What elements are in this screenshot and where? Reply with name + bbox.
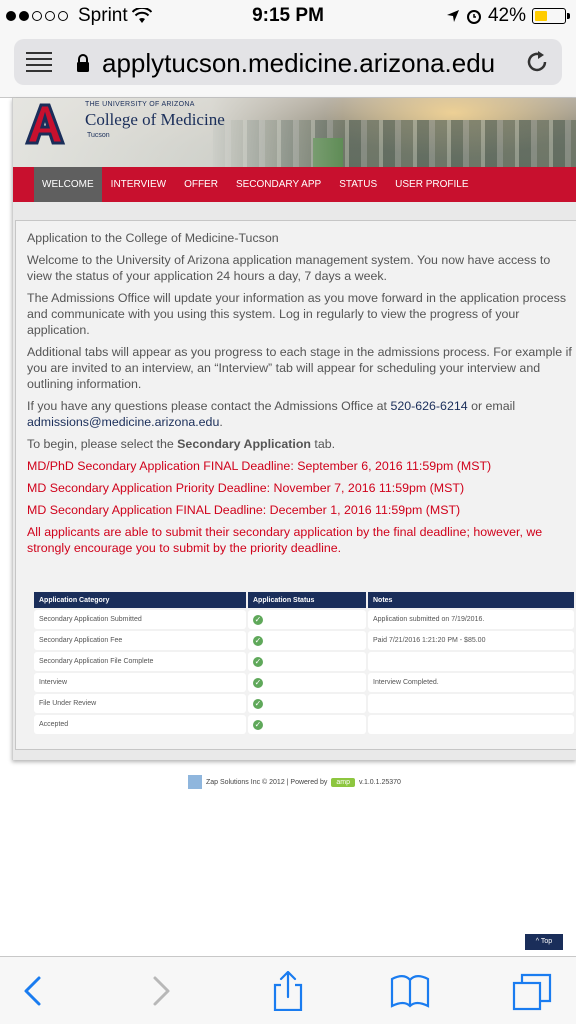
notes-cell — [368, 694, 574, 713]
category-cell: Secondary Application Submitted — [34, 610, 246, 629]
tabs-paragraph: Additional tabs will appear as you progr… — [27, 345, 572, 391]
bookmarks-icon[interactable] — [388, 971, 432, 1011]
category-cell: Interview — [34, 673, 246, 692]
check-icon: ✓ — [253, 614, 263, 625]
deadline-md-final: MD Secondary Application FINAL Deadline:… — [27, 503, 461, 517]
welcome-panel: Application to the College of Medicine-T… — [15, 220, 576, 750]
status-cell: ✓ — [248, 610, 366, 629]
check-icon: ✓ — [253, 656, 263, 667]
page-title: Application to the College of Medicine-T… — [27, 231, 279, 245]
browser-toolbar — [0, 956, 576, 1024]
phone-link[interactable]: 520-626-6214 — [390, 399, 467, 413]
secondary-application-emphasis: Secondary Application — [177, 437, 311, 451]
status-cell: ✓ — [248, 652, 366, 671]
column-header-category: Application Category — [34, 592, 246, 608]
update-paragraph: The Admissions Office will update your i… — [27, 291, 567, 337]
main-nav: WELCOME INTERVIEW OFFER SECONDARY APP ST… — [13, 167, 576, 202]
web-page: THE UNIVERSITY OF ARIZONA College of Med… — [12, 98, 576, 760]
battery-percent: 42% — [487, 5, 526, 26]
deadline-notice: All applicants are able to submit their … — [27, 525, 543, 555]
table-row: Secondary Application Fee ✓ Paid 7/21/20… — [34, 631, 574, 650]
category-cell: Secondary Application Fee — [34, 631, 246, 650]
url-text[interactable]: applytucson.medicine.arizona.edu — [102, 48, 495, 79]
battery-icon — [532, 8, 570, 24]
university-logo-icon[interactable] — [23, 101, 67, 145]
reload-icon[interactable] — [524, 49, 550, 75]
category-cell: File Under Review — [34, 694, 246, 713]
column-header-status: Application Status — [248, 592, 366, 608]
application-status-table: Application Category Application Status … — [32, 590, 576, 736]
status-cell: ✓ — [248, 694, 366, 713]
status-cell: ✓ — [248, 673, 366, 692]
tab-offer[interactable]: OFFER — [175, 167, 227, 202]
zap-logo-icon — [188, 775, 202, 789]
check-icon: ✓ — [253, 677, 263, 688]
deadline-mdphd: MD/PhD Secondary Application FINAL Deadl… — [27, 459, 492, 473]
deadline-md-priority: MD Secondary Application Priority Deadli… — [27, 481, 465, 495]
check-icon: ✓ — [253, 719, 263, 730]
column-header-notes: Notes — [368, 592, 574, 608]
tab-status[interactable]: STATUS — [330, 167, 386, 202]
amp-badge[interactable]: amp — [331, 777, 356, 787]
notes-cell: Paid 7/21/2016 1:21:20 PM - $85.00 — [368, 631, 574, 650]
status-cell: ✓ — [248, 631, 366, 650]
lock-icon — [77, 54, 89, 72]
notes-cell: Interview Completed. — [368, 673, 574, 692]
back-to-top-button[interactable]: ^ Top — [525, 934, 563, 950]
table-row: Interview ✓ Interview Completed. — [34, 673, 574, 692]
tab-user-profile[interactable]: USER PROFILE — [386, 167, 477, 202]
share-icon[interactable] — [266, 971, 310, 1011]
welcome-text: Application to the College of Medicine-T… — [27, 230, 575, 562]
email-link[interactable]: admissions@medicine.arizona.edu — [27, 415, 219, 429]
tab-interview[interactable]: INTERVIEW — [102, 167, 175, 202]
notes-cell — [368, 715, 574, 734]
college-name: College of Medicine — [85, 110, 225, 129]
header-banner: THE UNIVERSITY OF ARIZONA College of Med… — [13, 98, 576, 167]
status-bar: Sprint 9:15 PM 42% — [0, 0, 576, 34]
status-cell: ✓ — [248, 715, 366, 734]
table-row: Secondary Application Submitted ✓ Applic… — [34, 610, 574, 629]
table-row: Accepted ✓ — [34, 715, 574, 734]
contact-paragraph: If you have any questions please contact… — [27, 399, 516, 429]
category-cell: Accepted — [34, 715, 246, 734]
tab-welcome[interactable]: WELCOME — [34, 167, 102, 202]
back-arrow-icon[interactable] — [12, 971, 56, 1011]
check-icon: ✓ — [253, 698, 263, 709]
notes-cell — [368, 652, 574, 671]
check-icon: ✓ — [253, 635, 263, 646]
address-bar[interactable]: applytucson.medicine.arizona.edu — [14, 39, 562, 85]
intro-paragraph: Welcome to the University of Arizona app… — [27, 253, 551, 283]
location-arrow-icon — [446, 10, 459, 22]
reader-menu-icon[interactable] — [26, 52, 52, 72]
tab-secondary-app[interactable]: SECONDARY APP — [227, 167, 330, 202]
status-right: 42% — [446, 5, 570, 27]
page-footer: Zap Solutions Inc © 2012 | Powered by am… — [188, 775, 401, 789]
table-row: File Under Review ✓ — [34, 694, 574, 713]
table-header-row: Application Category Application Status … — [34, 592, 574, 608]
table-row: Secondary Application File Complete ✓ — [34, 652, 574, 671]
campus-name: Tucson — [87, 132, 110, 139]
forward-arrow-icon[interactable] — [138, 971, 182, 1011]
begin-paragraph: To begin, please select the Secondary Ap… — [27, 437, 336, 451]
footer-text: Zap Solutions Inc © 2012 | Powered by — [206, 778, 328, 786]
tabs-icon[interactable] — [510, 971, 554, 1011]
version-text: v.1.0.1.25370 — [359, 778, 401, 786]
alarm-icon — [466, 10, 481, 24]
university-name: THE UNIVERSITY OF ARIZONA — [85, 101, 195, 108]
notes-cell: Application submitted on 7/19/2016. — [368, 610, 574, 629]
browser-chrome: applytucson.medicine.arizona.edu — [0, 34, 576, 98]
category-cell: Secondary Application File Complete — [34, 652, 246, 671]
